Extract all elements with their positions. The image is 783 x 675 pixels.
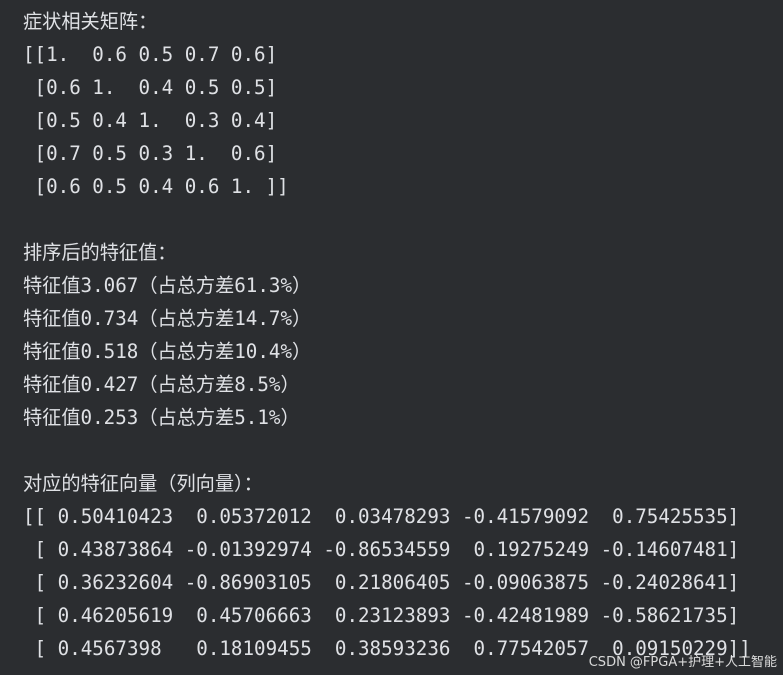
output-line: 特征值0.427（占总方差8.5%） <box>23 373 300 396</box>
output-line: [ 0.36232604 -0.86903105 0.21806405 -0.0… <box>23 571 740 594</box>
output-line: [ 0.46205619 0.45706663 0.23123893 -0.42… <box>23 604 740 627</box>
watermark: CSDN @FPGA+护理+人工智能 <box>588 655 777 670</box>
output-line: [[ 0.50410423 0.05372012 0.03478293 -0.4… <box>23 505 740 528</box>
output-line: 特征值0.734（占总方差14.7%） <box>23 307 312 330</box>
output-line: [ 0.43873864 -0.01392974 -0.86534559 0.1… <box>23 538 740 561</box>
console-output: 症状相关矩阵： [[1. 0.6 0.5 0.7 0.6] [0.6 1. 0.… <box>23 0 783 675</box>
output-line: 特征值0.253（占总方差5.1%） <box>23 406 300 429</box>
output-line: [0.5 0.4 1. 0.3 0.4] <box>23 109 278 132</box>
output-line: [0.6 0.5 0.4 0.6 1. ]] <box>23 175 289 198</box>
output-line: 症状相关矩阵： <box>23 10 158 33</box>
output-line: 特征值3.067（占总方差61.3%） <box>23 274 312 297</box>
output-line: 特征值0.518（占总方差10.4%） <box>23 340 312 363</box>
output-line: [0.6 1. 0.4 0.5 0.5] <box>23 76 278 99</box>
output-line: [0.7 0.5 0.3 1. 0.6] <box>23 142 278 165</box>
output-line: 对应的特征向量（列向量）： <box>23 472 263 495</box>
output-line: [[1. 0.6 0.5 0.7 0.6] <box>23 43 278 66</box>
output-line: 排序后的特征值： <box>23 241 177 264</box>
